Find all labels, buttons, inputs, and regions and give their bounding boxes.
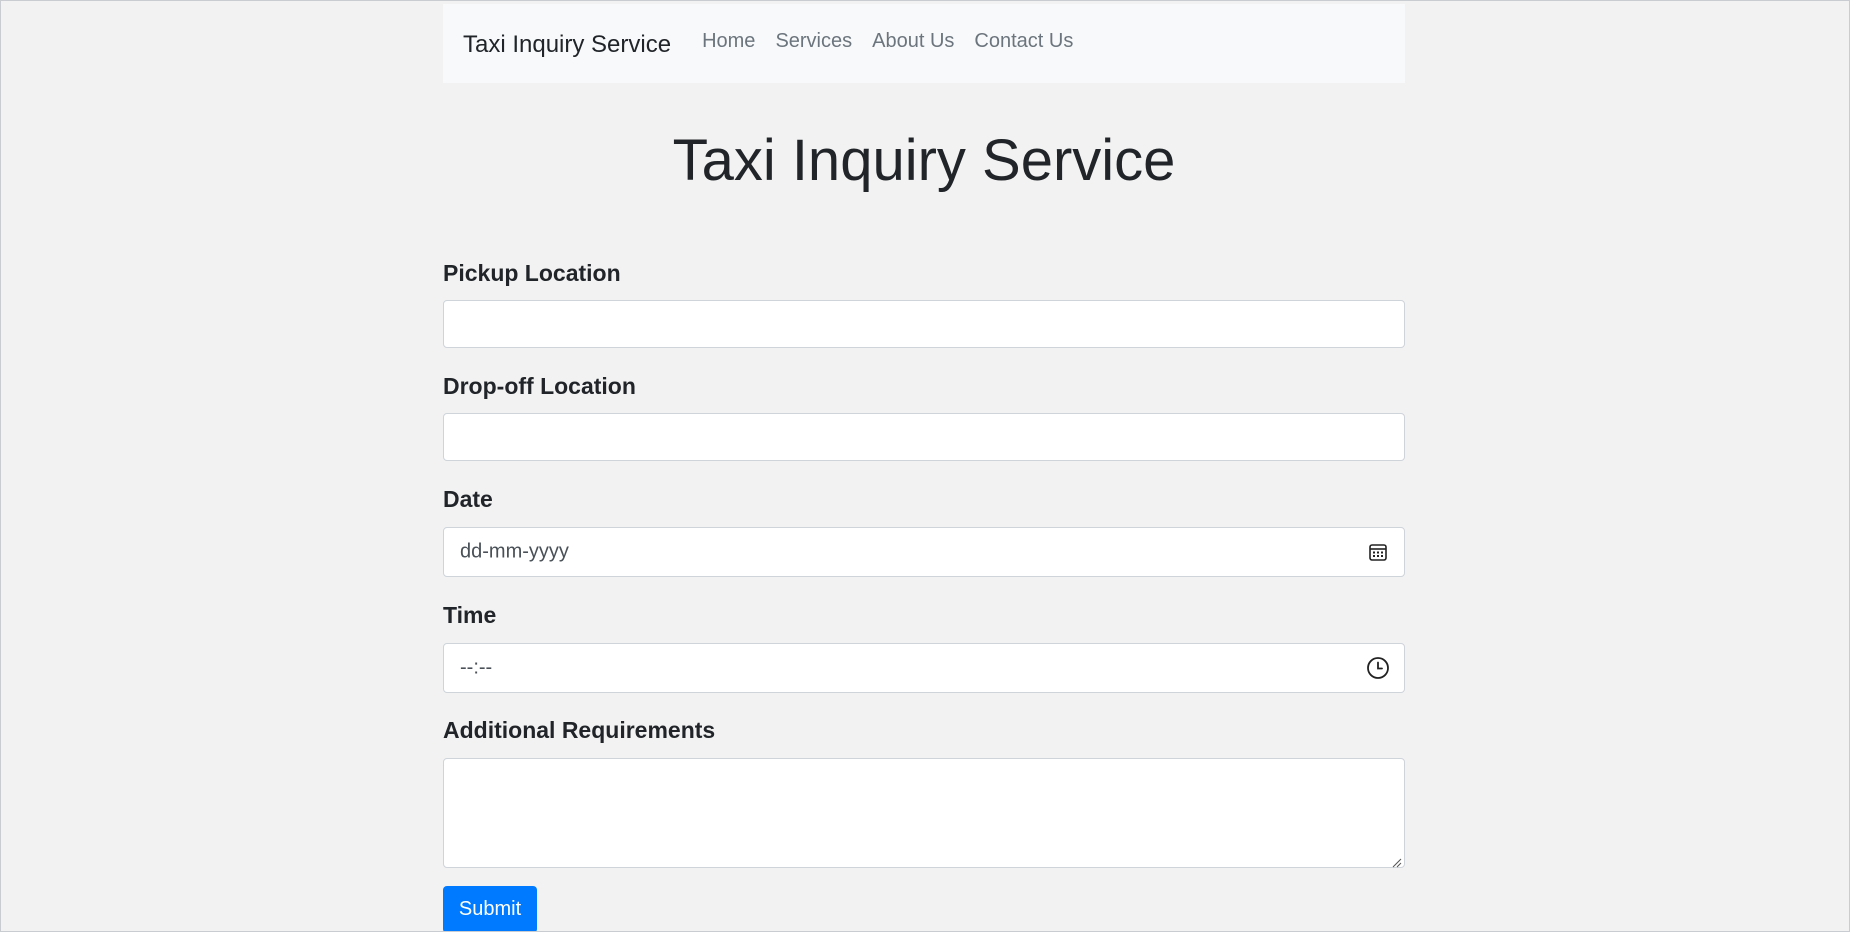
navbar: Taxi Inquiry Service Home Services About… bbox=[443, 4, 1405, 83]
time-label: Time bbox=[443, 602, 497, 628]
browser-viewport: Taxi Inquiry Service Home Services About… bbox=[0, 0, 1850, 932]
date-placeholder: dd-mm-yyyy bbox=[460, 540, 569, 563]
time-placeholder: --:-- bbox=[460, 656, 493, 679]
date-label: Date bbox=[443, 486, 493, 512]
main-container: Taxi Inquiry Service Home Services About… bbox=[443, 4, 1405, 931]
additional-requirements-label: Additional Requirements bbox=[443, 717, 716, 743]
date-input[interactable]: dd-mm-yyyy bbox=[443, 527, 1405, 577]
nav-link-services[interactable]: Services bbox=[775, 30, 852, 53]
clock-icon[interactable] bbox=[1366, 656, 1390, 680]
pickup-location-input[interactable] bbox=[443, 300, 1405, 348]
nav-link-home[interactable]: Home bbox=[702, 30, 755, 53]
navbar-brand[interactable]: Taxi Inquiry Service bbox=[463, 31, 671, 59]
time-input[interactable]: --:-- bbox=[443, 643, 1405, 693]
page-title: Taxi Inquiry Service bbox=[672, 128, 1176, 193]
pickup-location-label: Pickup Location bbox=[443, 260, 621, 286]
submit-button[interactable]: Submit bbox=[443, 886, 537, 931]
nav-link-contact-us[interactable]: Contact Us bbox=[974, 30, 1073, 53]
nav-link-about-us[interactable]: About Us bbox=[872, 30, 954, 53]
resize-handle-icon[interactable] bbox=[1392, 855, 1402, 868]
calendar-icon[interactable] bbox=[1366, 540, 1390, 564]
additional-requirements-textarea[interactable] bbox=[443, 758, 1405, 868]
dropoff-location-input[interactable] bbox=[443, 413, 1405, 461]
dropoff-location-label: Drop-off Location bbox=[443, 373, 636, 399]
